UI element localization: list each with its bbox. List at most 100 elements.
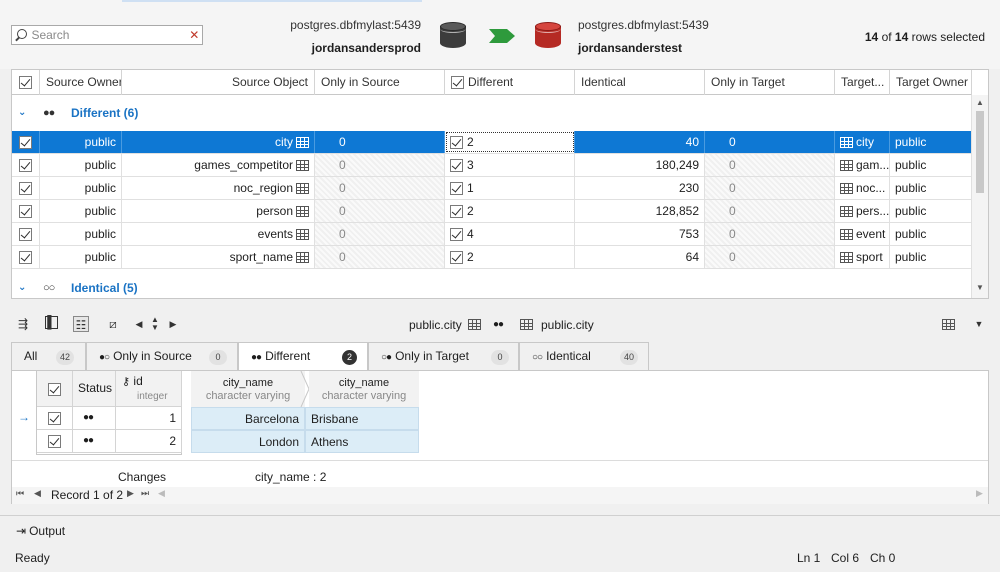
different-checkbox[interactable]	[450, 251, 463, 265]
scroll-left-icon[interactable]: ◀	[158, 488, 165, 499]
table-icon	[520, 319, 533, 330]
col-different[interactable]: Different	[445, 70, 575, 95]
row-checkbox[interactable]	[19, 136, 32, 150]
wrap-icon[interactable]: ⇶	[15, 316, 31, 332]
select-all-header[interactable]	[12, 70, 40, 95]
row-select-cell[interactable]	[12, 223, 40, 245]
detail-row-checkbox[interactable]	[48, 412, 61, 426]
table-row[interactable]: public sport_name 0 2 64 0 sport public	[12, 246, 972, 269]
output-button[interactable]: ⇥ Output	[16, 524, 65, 538]
source-column-header[interactable]: city_name character varying	[191, 371, 305, 407]
row-select-cell[interactable]	[12, 131, 40, 153]
tab-only-in-source[interactable]: ●○ Only in Source 0	[86, 342, 238, 371]
search-input[interactable]	[31, 28, 187, 42]
table-row[interactable]: public games_competitor 0 3 180,249 0 gam... pu…	[12, 154, 972, 177]
cell-source-owner: public	[40, 131, 122, 153]
cell-different: 4	[445, 223, 575, 245]
group-identical-label: Identical (5)	[71, 281, 138, 295]
scroll-up-icon[interactable]: ▲	[976, 98, 984, 107]
id-header[interactable]: ⚷ id integer	[116, 371, 182, 407]
prev-diff-icon[interactable]: ◀	[131, 316, 147, 332]
row-checkbox[interactable]	[19, 205, 32, 219]
cell-value: public	[84, 135, 116, 149]
cell-identical: 230	[575, 177, 705, 199]
row-select-cell[interactable]	[12, 177, 40, 199]
status-char: Ch 0	[870, 551, 896, 565]
cell-target-object: sport	[835, 246, 890, 268]
table-icon	[296, 252, 309, 264]
scroll-down-icon[interactable]: ▼	[976, 283, 984, 292]
current-record-arrow-icon: →	[18, 410, 30, 424]
table-row[interactable]: public person 0 2 128,852 0 pers... public	[12, 200, 972, 223]
different-status-icon: ●●	[493, 319, 504, 330]
tab-different[interactable]: ●● Different 2	[238, 342, 368, 372]
group-identical[interactable]: ⌄ ○○ Identical (5)	[12, 271, 972, 298]
different-checkbox[interactable]	[450, 205, 463, 219]
different-checkbox[interactable]	[450, 228, 463, 242]
different-status-icon: ●●	[43, 107, 55, 119]
row-select-cell[interactable]	[12, 246, 40, 268]
tab-identical[interactable]: ○○ Identical 40	[519, 342, 649, 371]
prev-record-icon[interactable]: ◀	[34, 488, 41, 499]
different-checkbox[interactable]	[450, 182, 463, 196]
select-all-checkbox[interactable]	[19, 76, 32, 90]
table-row[interactable]: public events 0 4 753 0 event public	[12, 223, 972, 246]
different-checkbox[interactable]	[450, 136, 463, 150]
col-only-in-target[interactable]: Only in Target	[705, 70, 835, 95]
table-row[interactable]: public city 0 2 40 0 city public	[12, 131, 972, 154]
detail-panel: → Status ⚷ id integer ●● 1 ●● 2 city_name c…	[11, 370, 989, 504]
detail-row-checkbox[interactable]	[48, 435, 61, 449]
different-checkbox[interactable]	[450, 159, 463, 173]
different-status-icon: ●●	[251, 352, 262, 363]
chevron-down-icon[interactable]: ⌄	[18, 271, 26, 298]
search-box[interactable]: ✕	[11, 25, 203, 45]
row-checkbox[interactable]	[19, 228, 32, 242]
source-database-icon	[440, 22, 466, 50]
next-diff-icon[interactable]: ▶	[165, 316, 181, 332]
detail-row-select[interactable]	[37, 407, 73, 430]
row-checkbox[interactable]	[19, 159, 32, 173]
table-icon	[296, 183, 309, 195]
col-target-owner[interactable]: Target Owner	[890, 70, 972, 95]
col-source-object[interactable]: Source Object	[122, 70, 315, 95]
tab-all[interactable]: All 42	[11, 342, 86, 371]
row-select-cell[interactable]	[12, 200, 40, 222]
cell-source-object: city	[122, 131, 315, 153]
clear-search-icon[interactable]: ✕	[186, 28, 202, 42]
last-record-icon[interactable]: ⏭	[141, 488, 149, 499]
cell-value: sport_name	[229, 250, 293, 264]
table-row[interactable]: public noc_region 0 1 230 0 noc... public	[12, 177, 972, 200]
scroll-right-icon[interactable]: ▶	[976, 488, 983, 499]
tab-only-in-target[interactable]: ○● Only in Target 0	[368, 342, 519, 371]
hide-identical-icon[interactable]: ⧄	[105, 316, 121, 332]
row-checkbox[interactable]	[19, 251, 32, 265]
detail-row-select[interactable]	[37, 430, 73, 453]
row-checkbox[interactable]	[19, 182, 32, 196]
target-column-header[interactable]: city_name character varying	[309, 371, 419, 407]
cell-only-in-target: 0	[705, 154, 835, 176]
scroll-thumb[interactable]	[976, 111, 984, 193]
col-only-in-source[interactable]: Only in Source	[315, 70, 445, 95]
different-header-checkbox[interactable]	[451, 76, 464, 90]
next-record-icon[interactable]: ▶	[127, 488, 134, 499]
status-header[interactable]: Status	[73, 371, 116, 407]
col-identical[interactable]: Identical	[575, 70, 705, 95]
cell-value: public	[895, 227, 927, 241]
first-record-icon[interactable]: ⏮	[16, 488, 24, 499]
col-source-owner[interactable]: Source Owner	[40, 70, 122, 95]
columns-view-icon[interactable]: ☷	[73, 316, 89, 332]
grid-vertical-scrollbar[interactable]: ▲ ▼	[971, 95, 988, 298]
detail-select-all-checkbox[interactable]	[48, 383, 61, 397]
chevron-down-icon[interactable]: ▼	[971, 316, 987, 332]
detail-select-all[interactable]	[37, 371, 73, 407]
split-view-icon[interactable]: ▌	[45, 316, 58, 329]
layout-options-icon[interactable]	[942, 319, 955, 330]
source-value-cell: Barcelona	[191, 407, 305, 430]
col-target-object[interactable]: Target...	[835, 70, 890, 95]
tab-only-in-target-label: Only in Target	[395, 349, 469, 363]
up-down-icon[interactable]: ▲ ▼	[147, 316, 163, 332]
row-select-cell[interactable]	[12, 154, 40, 176]
chevron-down-icon[interactable]: ⌄	[18, 96, 26, 130]
group-different[interactable]: ⌄ ●● Different (6)	[12, 96, 972, 130]
status-text: Ready	[15, 551, 50, 565]
